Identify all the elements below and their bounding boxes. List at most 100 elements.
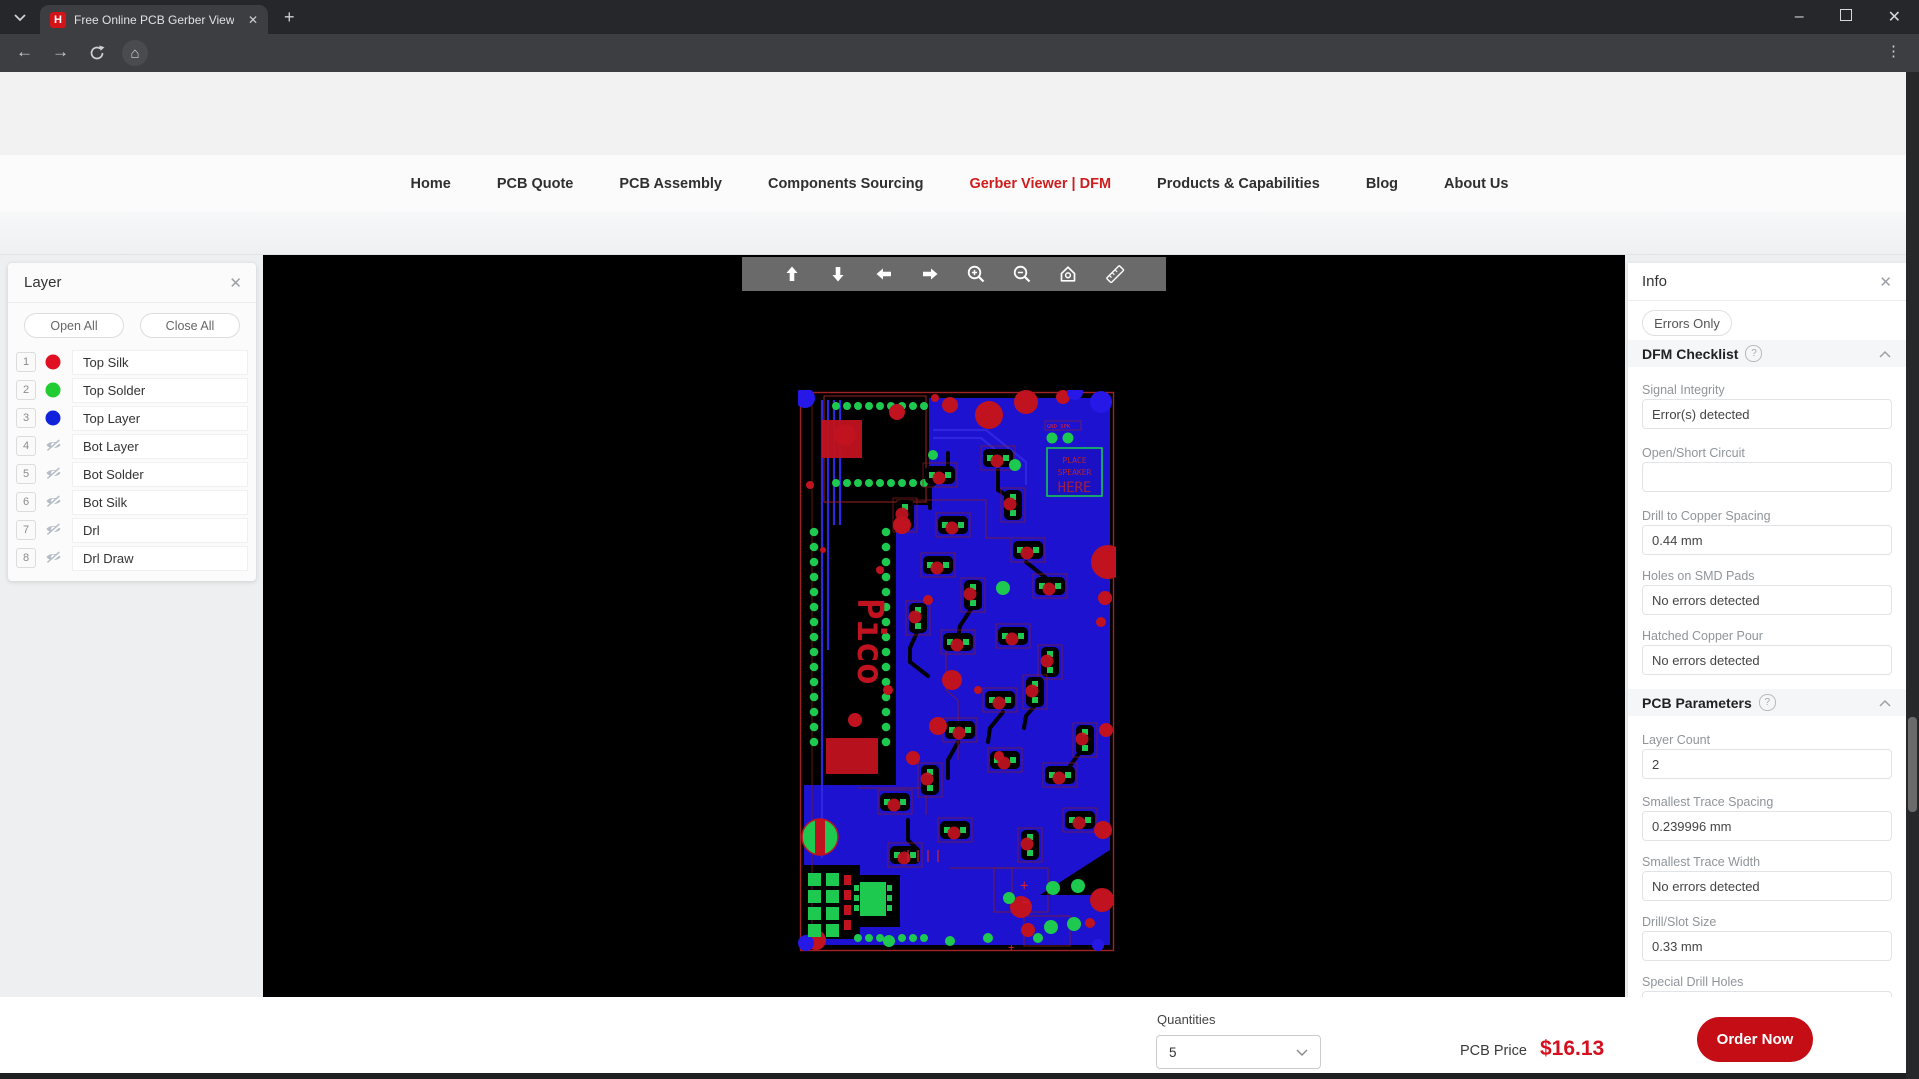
pcb-pico-silk-text: Pico <box>849 598 890 685</box>
field-value: No errors detected <box>1642 585 1892 615</box>
field-label: Special Drill Holes <box>1642 975 1743 989</box>
field-value: No errors detected <box>1642 871 1892 901</box>
eye-off-icon[interactable] <box>45 438 62 452</box>
nav-pcb-quote[interactable]: PCB Quote <box>497 176 574 192</box>
browser-toolbar: ← → ⌂ nextpcb.com/free-online-gerber-vie… <box>0 34 1919 72</box>
pcb-speaker-text-2: SPEAKER <box>1058 468 1092 477</box>
layer-panel-close-icon[interactable]: ✕ <box>229 274 242 292</box>
pcb-speaker-text-3: HERE <box>1058 480 1092 496</box>
errors-only-toggle[interactable]: Errors Only <box>1642 310 1732 336</box>
nav-pcb-assembly[interactable]: PCB Assembly <box>619 176 722 192</box>
field-value: 0.44 mm <box>1642 525 1892 555</box>
layer-color-dot[interactable] <box>45 382 61 398</box>
layer-row[interactable]: 4 Bot Layer <box>8 435 256 459</box>
nav-blog[interactable]: Blog <box>1366 176 1398 192</box>
field-value: 2 <box>1642 749 1892 779</box>
home-button-icon[interactable]: ⌂ <box>122 40 148 66</box>
field-label: Drill/Slot Size <box>1642 915 1716 929</box>
eye-off-icon[interactable] <box>45 550 62 564</box>
layer-row[interactable]: 3 Top Layer <box>8 407 256 431</box>
svg-text:−: − <box>1022 895 1029 909</box>
main-navigation: Home PCB Quote PCB Assembly Components S… <box>0 155 1919 212</box>
pcb-price-value: $16.13 <box>1540 1037 1604 1061</box>
tab-search-chevron-icon[interactable] <box>12 10 28 24</box>
section-header-dfm-checklist[interactable]: DFM Checklist ? <box>1628 340 1906 367</box>
window-maximize-button[interactable] <box>1822 8 1870 26</box>
pcb-price-label: PCB Price <box>1460 1043 1527 1059</box>
field-label: Hatched Copper Pour <box>1642 629 1763 643</box>
open-all-button[interactable]: Open All <box>24 313 124 338</box>
layer-row[interactable]: 6 Bot Silk <box>8 491 256 515</box>
viewer-subheader: Layer Back BOTTOM BEETLES.rar Upload New… <box>0 212 1919 255</box>
field-label: Smallest Trace Width <box>1642 855 1760 869</box>
browser-menu-icon[interactable]: ⋮ <box>1886 44 1901 59</box>
section-header-pcb-parameters[interactable]: PCB Parameters ? <box>1628 689 1906 716</box>
layer-row[interactable]: 1 Top Silk <box>8 351 256 375</box>
browser-tab-strip: H Free Online PCB Gerber Viewer ✕ + – ✕ <box>0 0 1919 34</box>
layer-panel: Layer ✕ Open All Close All 1 Top Silk 2 … <box>8 263 256 581</box>
gerber-canvas[interactable]: Pico GND SPK PLACE SPEAKER HERE <box>263 255 1625 997</box>
scrollbar-thumb[interactable] <box>1908 717 1917 812</box>
field-value: No errors detected <box>1642 645 1892 675</box>
layer-panel-title: Layer <box>24 274 62 291</box>
field-label: Open/Short Circuit <box>1642 446 1745 460</box>
field-value: Error(s) detected <box>1642 399 1892 429</box>
order-footer: Quantities 5 PCB Price $16.13 Order Now <box>0 997 1919 1073</box>
nav-gerber-viewer[interactable]: Gerber Viewer | DFM <box>969 176 1111 192</box>
eye-off-icon[interactable] <box>45 494 62 508</box>
window-controls: – ✕ <box>1777 0 1919 34</box>
pcb-render[interactable]: Pico GND SPK PLACE SPEAKER HERE <box>798 390 1116 953</box>
window-minimize-button[interactable]: – <box>1777 8 1822 26</box>
layer-row[interactable]: 5 Bot Solder <box>8 463 256 487</box>
close-all-button[interactable]: Close All <box>140 313 240 338</box>
nav-about-us[interactable]: About Us <box>1444 176 1508 192</box>
pcb-gndspk-silk-text: GND SPK <box>1047 424 1071 430</box>
eye-off-icon[interactable] <box>45 522 62 536</box>
order-now-button[interactable]: Order Now <box>1697 1017 1813 1062</box>
tab-title: Free Online PCB Gerber Viewer <box>74 13 234 27</box>
back-button-icon[interactable]: ← <box>16 43 33 60</box>
help-circle-icon[interactable]: ? <box>1745 345 1762 362</box>
info-panel-title: Info <box>1642 273 1667 290</box>
forward-button-icon[interactable]: → <box>52 43 69 60</box>
new-tab-button[interactable]: + <box>284 8 295 26</box>
info-panel: Info ✕ Errors Only DFM Checklist ? Signa… <box>1628 263 1906 997</box>
pan-down-icon[interactable] <box>828 264 848 284</box>
page-scrollbar[interactable] <box>1906 72 1919 1079</box>
field-label: Smallest Trace Spacing <box>1642 795 1773 809</box>
bottom-edge-strip <box>0 1073 1919 1079</box>
pcb-speaker-text-1: PLACE <box>1062 456 1086 465</box>
info-panel-close-icon[interactable]: ✕ <box>1879 273 1892 291</box>
collapse-chevron-icon[interactable] <box>1878 349 1892 359</box>
fit-view-home-icon[interactable] <box>1058 264 1078 284</box>
tab-close-icon[interactable]: ✕ <box>248 13 258 27</box>
nav-products-capabilities[interactable]: Products & Capabilities <box>1157 176 1320 192</box>
nav-components-sourcing[interactable]: Components Sourcing <box>768 176 923 192</box>
collapse-chevron-icon[interactable] <box>1878 698 1892 708</box>
help-circle-icon[interactable]: ? <box>1759 694 1776 711</box>
quantity-select[interactable]: 5 <box>1156 1035 1321 1069</box>
field-label: Drill to Copper Spacing <box>1642 509 1771 523</box>
browser-tab[interactable]: H Free Online PCB Gerber Viewer ✕ <box>40 5 268 34</box>
layer-row[interactable]: 7 Drl <box>8 519 256 543</box>
field-value: 0.33 mm <box>1642 931 1892 961</box>
zoom-out-icon[interactable] <box>1012 264 1032 284</box>
zoom-in-icon[interactable] <box>966 264 986 284</box>
eye-off-icon[interactable] <box>45 466 62 480</box>
reload-icon[interactable] <box>88 44 106 62</box>
field-label: Holes on SMD Pads <box>1642 569 1755 583</box>
svg-text:+: + <box>1008 941 1015 953</box>
nav-home[interactable]: Home <box>411 176 451 192</box>
measure-ruler-icon[interactable] <box>1104 263 1126 285</box>
quantities-label: Quantities <box>1157 1012 1216 1027</box>
site-header: H ! NextPCB Reliable Multilayer PCB Manu… <box>0 72 1919 155</box>
layer-row[interactable]: 8 Drl Draw <box>8 547 256 571</box>
layer-color-dot[interactable] <box>45 410 61 426</box>
window-close-button[interactable]: ✕ <box>1870 7 1919 27</box>
pan-up-icon[interactable] <box>782 264 802 284</box>
layer-row[interactable]: 2 Top Solder <box>8 379 256 403</box>
layer-color-dot[interactable] <box>45 354 61 370</box>
pan-left-icon[interactable] <box>874 264 894 284</box>
pan-right-icon[interactable] <box>920 264 940 284</box>
field-label: Signal Integrity <box>1642 383 1725 397</box>
